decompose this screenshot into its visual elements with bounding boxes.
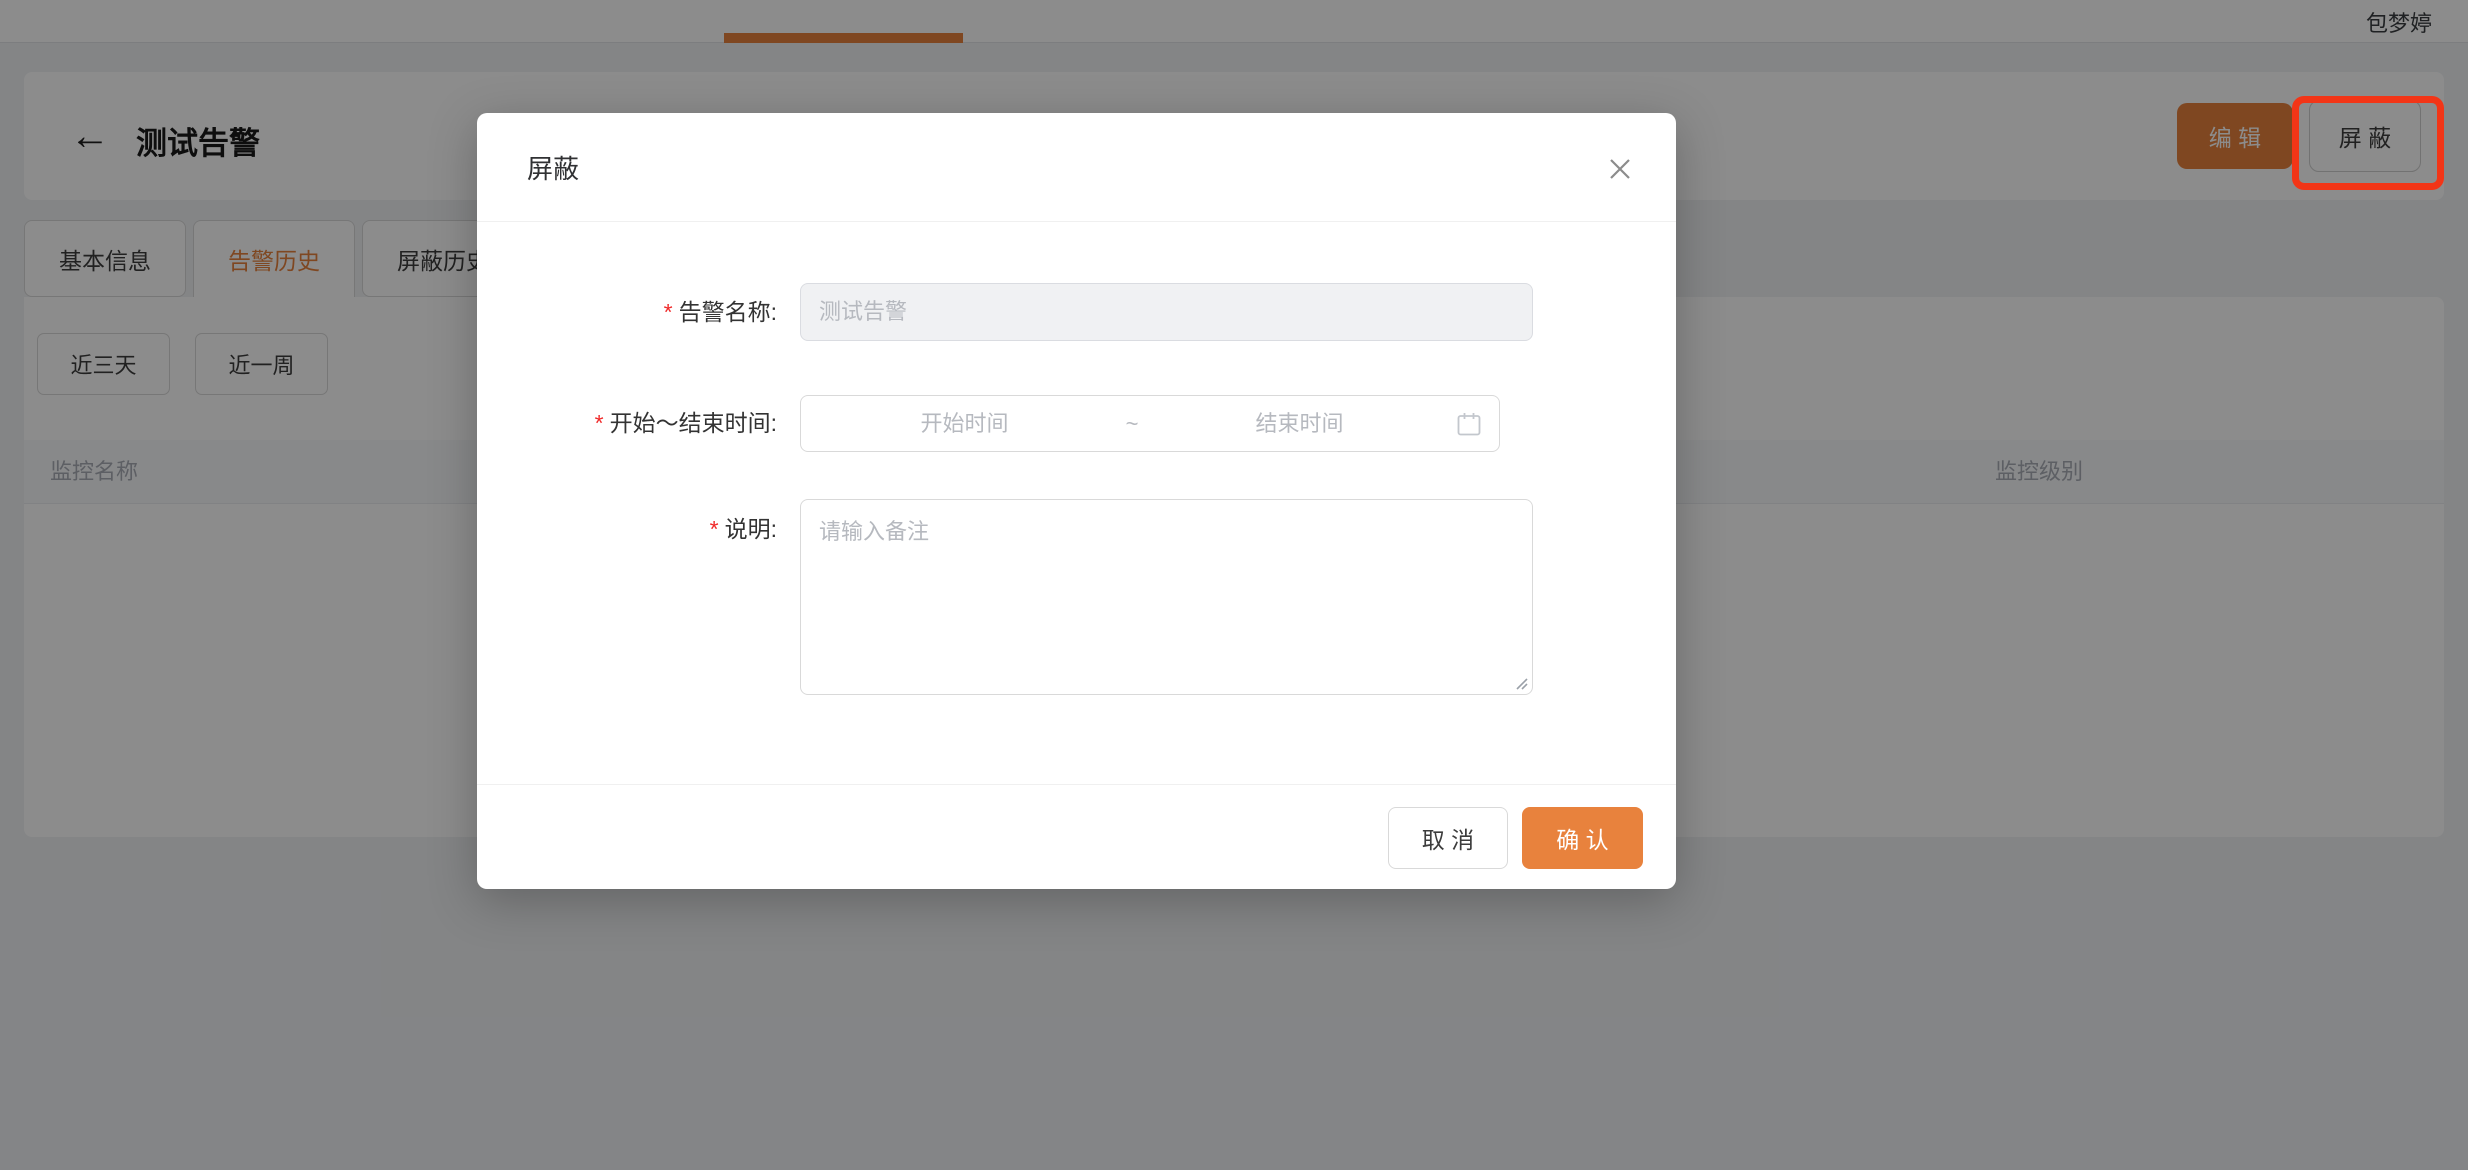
close-icon[interactable] xyxy=(1600,149,1640,189)
remark-field xyxy=(800,499,1533,695)
remark-textarea[interactable] xyxy=(800,499,1533,695)
time-range-label: *开始～结束时间: xyxy=(477,395,777,452)
date-range-picker[interactable]: ~ xyxy=(800,395,1500,452)
confirm-button[interactable]: 确 认 xyxy=(1522,807,1643,869)
required-mark: * xyxy=(664,299,673,325)
resize-handle[interactable] xyxy=(1514,676,1528,690)
modal-title: 屏蔽 xyxy=(527,149,579,186)
calendar-icon xyxy=(1455,410,1483,438)
cancel-button[interactable]: 取 消 xyxy=(1388,807,1508,869)
required-mark: * xyxy=(710,516,719,542)
start-time-input[interactable] xyxy=(817,410,1112,438)
alarm-name-label: *告警名称: xyxy=(477,283,777,341)
alarm-name-input[interactable] xyxy=(800,283,1533,341)
shield-modal: 屏蔽 *告警名称: *开始～结束时间: ~ *说明: 取 消 确 认 xyxy=(477,113,1676,889)
click-highlight-annotation xyxy=(2292,96,2444,190)
remark-label: *说明: xyxy=(477,499,777,559)
required-mark: * xyxy=(595,410,604,436)
range-separator: ~ xyxy=(1112,411,1152,437)
modal-header: 屏蔽 xyxy=(477,113,1676,222)
end-time-input[interactable] xyxy=(1152,410,1447,438)
modal-footer: 取 消 确 认 xyxy=(477,784,1676,889)
